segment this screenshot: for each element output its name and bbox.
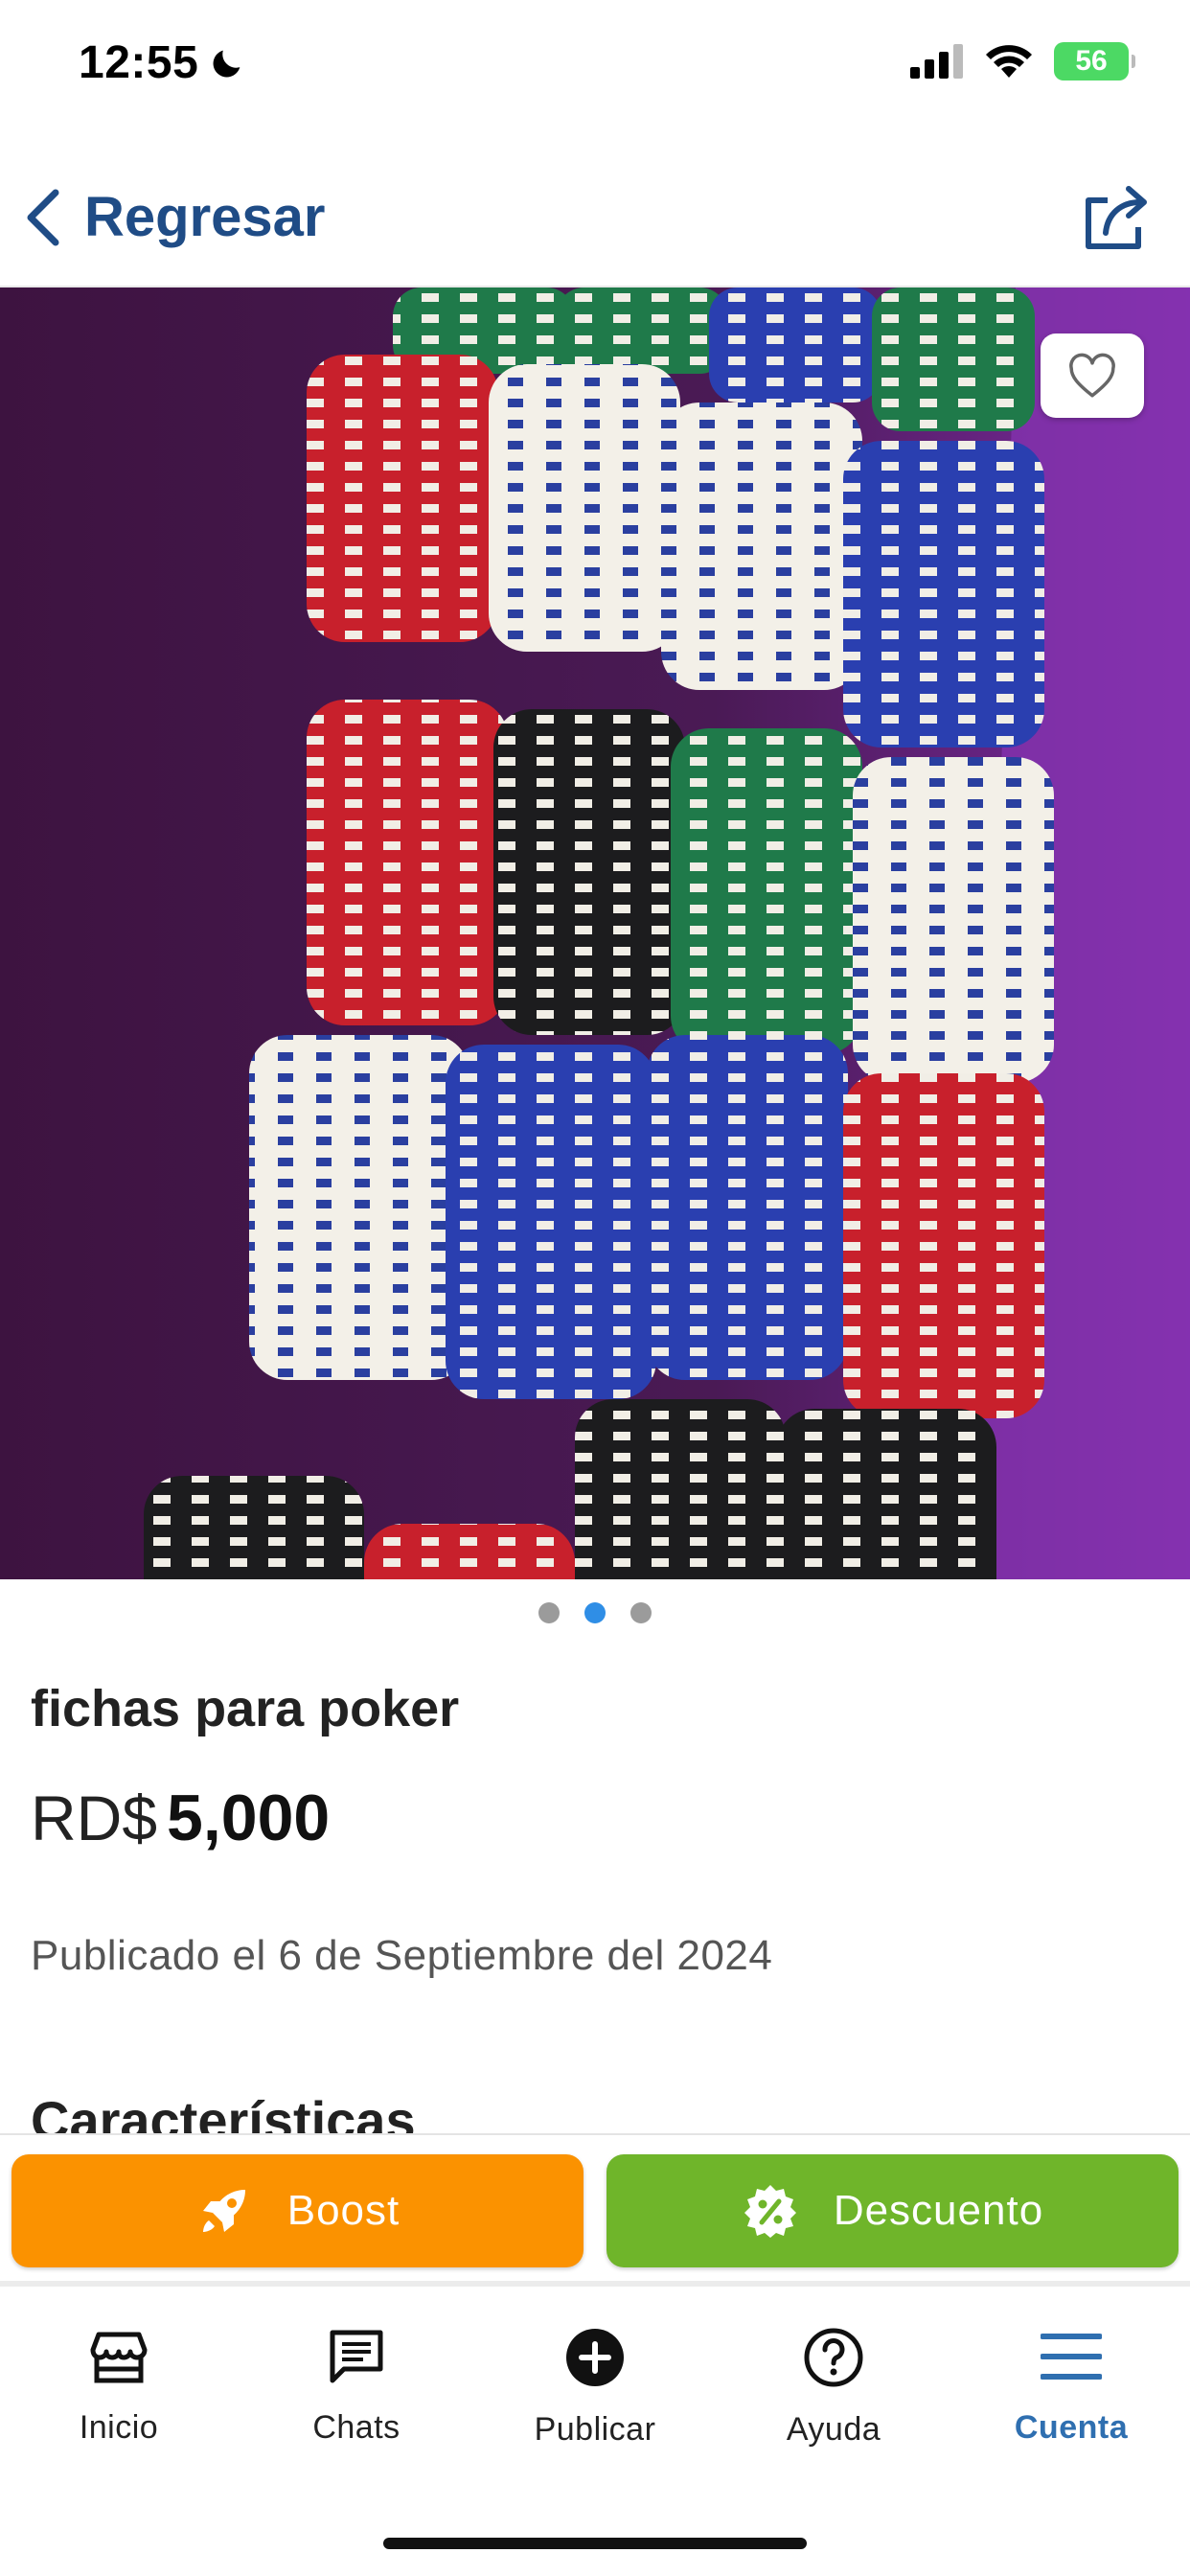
bottom-tab-bar: Inicio Chats Publicar Ayuda Cuenta bbox=[0, 2292, 1190, 2576]
product-image[interactable] bbox=[0, 288, 1190, 1579]
tab-inicio[interactable]: Inicio bbox=[23, 2327, 215, 2447]
tab-label: Chats bbox=[312, 2409, 400, 2446]
action-bar: Boost Descuento bbox=[0, 2133, 1190, 2287]
back-label: Regresar bbox=[84, 186, 326, 248]
battery-icon: 56 bbox=[1054, 42, 1135, 80]
boost-button[interactable]: Boost bbox=[11, 2154, 584, 2267]
rocket-icon bbox=[202, 2190, 245, 2232]
heart-icon bbox=[1069, 353, 1115, 398]
nav-header: Regresar bbox=[0, 158, 1190, 288]
pagination-dot-active[interactable] bbox=[584, 1602, 606, 1623]
tab-label: Ayuda bbox=[786, 2411, 881, 2448]
status-time: 12:55 bbox=[79, 36, 246, 89]
share-button[interactable] bbox=[1079, 179, 1156, 261]
listing-title: fichas para poker bbox=[31, 1680, 460, 1737]
price-value: 5,000 bbox=[167, 1782, 331, 1854]
poker-chips-photo bbox=[0, 288, 1190, 1579]
status-bar: 12:55 56 bbox=[0, 0, 1190, 129]
battery-level: 56 bbox=[1075, 45, 1108, 77]
discount-label: Descuento bbox=[833, 2187, 1044, 2234]
tab-label: Inicio bbox=[79, 2409, 159, 2446]
tab-label: Publicar bbox=[534, 2411, 656, 2448]
favorite-button[interactable] bbox=[1041, 334, 1144, 418]
listing-price: RD$ 5,000 bbox=[31, 1781, 330, 1855]
plus-circle-icon bbox=[566, 2329, 624, 2386]
tab-chats[interactable]: Chats bbox=[261, 2327, 452, 2447]
tab-publicar[interactable]: Publicar bbox=[499, 2327, 691, 2449]
published-date: Publicado el 6 de Septiembre del 2024 bbox=[31, 1932, 773, 1979]
pagination-dot[interactable] bbox=[630, 1602, 652, 1623]
back-button[interactable]: Regresar bbox=[21, 185, 325, 249]
moon-icon bbox=[213, 50, 240, 77]
help-icon bbox=[804, 2328, 863, 2387]
boost-label: Boost bbox=[286, 2187, 400, 2234]
wifi-icon bbox=[986, 45, 1032, 78]
image-pagination bbox=[0, 1602, 1190, 1623]
price-currency: RD$ bbox=[31, 1782, 158, 1853]
menu-icon bbox=[1041, 2334, 1102, 2380]
tab-label: Cuenta bbox=[1014, 2409, 1129, 2446]
pagination-dot[interactable] bbox=[538, 1602, 560, 1623]
discount-badge-icon bbox=[744, 2185, 796, 2238]
tab-cuenta[interactable]: Cuenta bbox=[975, 2327, 1167, 2447]
chevron-left-icon bbox=[27, 189, 59, 245]
share-icon bbox=[1086, 186, 1147, 249]
signal-icon bbox=[910, 44, 963, 79]
discount-button[interactable]: Descuento bbox=[606, 2154, 1179, 2267]
home-indicator bbox=[383, 2538, 807, 2549]
section-heading-characteristics: Características bbox=[31, 2090, 416, 2137]
clock-label: 12:55 bbox=[79, 37, 199, 88]
store-icon bbox=[90, 2332, 148, 2383]
tab-ayuda[interactable]: Ayuda bbox=[738, 2327, 929, 2449]
chat-icon bbox=[330, 2330, 383, 2383]
status-indicators: 56 bbox=[910, 42, 1135, 80]
